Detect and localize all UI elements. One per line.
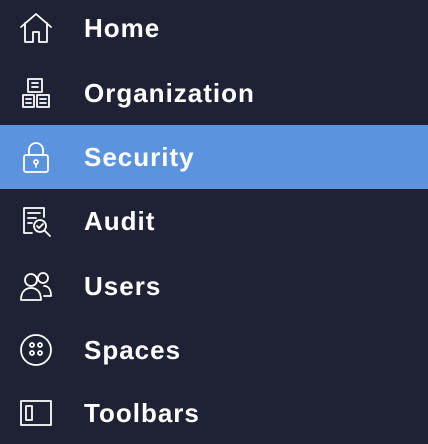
sidebar-item-security[interactable]: Security [0, 125, 428, 189]
sidebar-item-label: Security [84, 141, 195, 172]
sidebar-item-label: Organization [84, 77, 255, 108]
sidebar-item-label: Spaces [84, 334, 182, 365]
home-icon [17, 9, 55, 47]
sidebar-item-organization[interactable]: Organization [0, 61, 428, 125]
sidebar-item-users[interactable]: Users [0, 254, 428, 318]
sidebar-item-label: Toolbars [84, 397, 200, 428]
users-icon [17, 267, 55, 305]
sidebar-item-spaces[interactable]: Spaces [0, 318, 428, 382]
spaces-icon [17, 331, 55, 369]
toolbar-icon [17, 394, 55, 432]
sidebar-item-label: Users [84, 270, 162, 301]
audit-icon [17, 202, 55, 240]
lock-icon [17, 138, 55, 176]
sidebar-item-toolbars[interactable]: Toolbars [0, 381, 428, 444]
sidebar-item-label: Audit [84, 205, 156, 236]
organization-icon [17, 74, 55, 112]
sidebar-item-audit[interactable]: Audit [0, 189, 428, 253]
sidebar-item-home[interactable]: Home [0, 0, 428, 60]
sidebar-nav: Home Organization Security Audit Users S… [0, 0, 428, 444]
sidebar-item-label: Home [84, 12, 161, 43]
